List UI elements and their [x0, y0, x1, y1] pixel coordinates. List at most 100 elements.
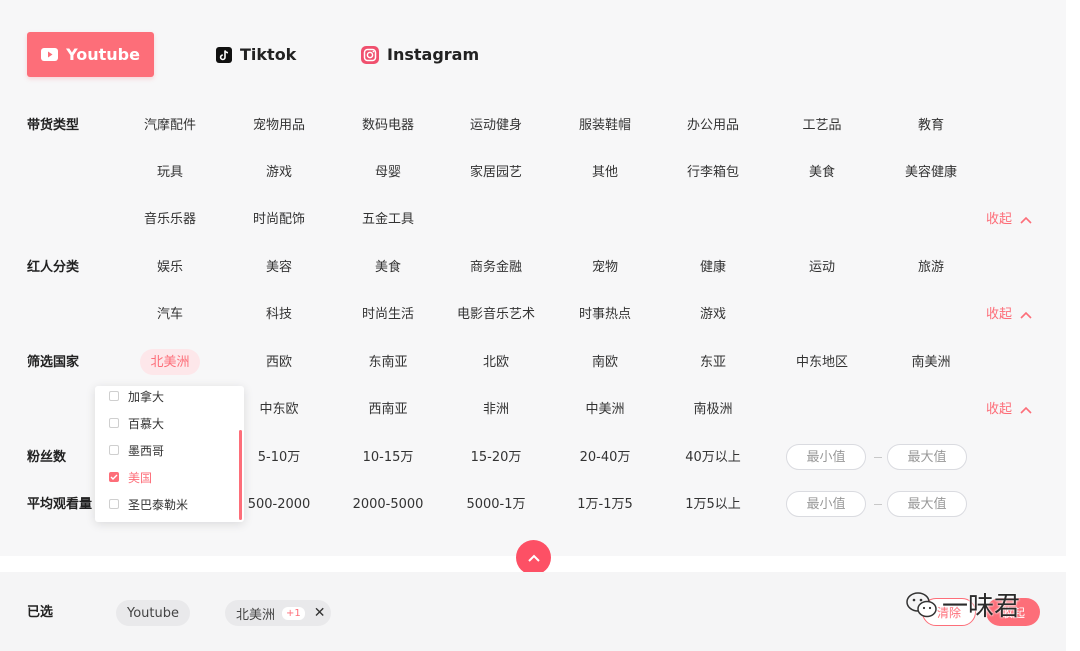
category-option[interactable]: 汽摩配件 — [120, 118, 220, 134]
country-option[interactable]: 中美洲 — [555, 402, 655, 418]
category-option[interactable]: 五金工具 — [338, 212, 438, 228]
chevron-up-icon — [1020, 311, 1032, 319]
influencer-type-option[interactable]: 美容 — [229, 260, 329, 276]
category-option[interactable]: 办公用品 — [663, 118, 763, 134]
collapse-panel-button[interactable] — [516, 540, 551, 575]
selected-chip-north-america[interactable]: 北美洲 +1 ✕ — [225, 600, 331, 626]
followers-option[interactable]: 5-10万 — [229, 450, 329, 466]
category-option[interactable]: 数码电器 — [338, 118, 438, 134]
category-option[interactable]: 其他 — [555, 165, 655, 181]
country-dropdown-item[interactable]: 圣巴泰勒米 — [109, 497, 188, 512]
checkbox[interactable] — [109, 445, 119, 455]
category-option[interactable]: 家居园艺 — [446, 165, 546, 181]
country-dropdown-item[interactable]: 百慕大 — [109, 416, 165, 431]
close-icon[interactable]: ✕ — [314, 605, 326, 621]
category-label: 带货类型 — [27, 118, 80, 133]
category-option[interactable]: 美食 — [772, 165, 872, 181]
category-option[interactable]: 教育 — [881, 118, 981, 134]
followers-option[interactable]: 20-40万 — [555, 450, 655, 466]
country-option[interactable]: 南欧 — [555, 355, 655, 371]
category-option[interactable]: 服装鞋帽 — [555, 118, 655, 134]
category-option[interactable]: 游戏 — [229, 165, 329, 181]
influencer-type-collapse-label: 收起 — [986, 307, 1013, 322]
avg-views-option[interactable]: 1万5以上 — [663, 497, 763, 513]
category-option[interactable]: 音乐乐器 — [120, 212, 220, 228]
influencer-type-option[interactable]: 健康 — [663, 260, 763, 276]
country-collapse-button[interactable]: 收起 — [986, 402, 1032, 418]
influencer-type-option[interactable]: 时事热点 — [555, 307, 655, 323]
influencer-type-option[interactable]: 商务金融 — [446, 260, 546, 276]
chevron-up-icon — [527, 554, 540, 562]
tiktok-icon — [216, 46, 232, 63]
checkbox[interactable] — [109, 499, 119, 509]
tab-tiktok[interactable]: Tiktok — [216, 32, 296, 77]
chevron-up-icon — [1020, 406, 1032, 414]
influencer-type-option[interactable]: 美食 — [338, 260, 438, 276]
country-option[interactable]: 西南亚 — [338, 402, 438, 418]
country-option[interactable]: 南极洲 — [663, 402, 763, 418]
avg-views-option[interactable]: 2000-5000 — [338, 497, 438, 513]
wechat-icon — [906, 591, 937, 617]
country-dropdown-label: 百慕大 — [128, 416, 165, 431]
country-dropdown-label: 墨西哥 — [128, 443, 165, 458]
influencer-type-option[interactable]: 宠物 — [555, 260, 655, 276]
followers-option[interactable]: 10-15万 — [338, 450, 438, 466]
country-dropdown-item[interactable]: 墨西哥 — [109, 443, 165, 458]
checkbox[interactable] — [109, 418, 119, 428]
followers-option[interactable]: 15-20万 — [446, 450, 546, 466]
tab-tiktok-label: Tiktok — [240, 45, 297, 64]
category-option[interactable]: 宠物用品 — [229, 118, 329, 134]
country-label: 筛选国家 — [27, 355, 80, 370]
influencer-type-label: 红人分类 — [27, 260, 80, 275]
selected-chip-youtube[interactable]: Youtube — [116, 600, 190, 626]
checkbox[interactable] — [109, 391, 119, 401]
chevron-up-icon — [1020, 216, 1032, 224]
followers-min-input[interactable]: 最小值 — [786, 444, 866, 470]
country-dropdown-item-checked[interactable]: 美国 — [109, 470, 152, 485]
avg-views-range-dash — [874, 504, 882, 505]
influencer-type-option[interactable]: 游戏 — [663, 307, 763, 323]
influencer-type-option[interactable]: 运动 — [772, 260, 872, 276]
category-option[interactable]: 工艺品 — [772, 118, 872, 134]
tab-youtube[interactable]: Youtube — [27, 32, 154, 77]
country-option[interactable]: 中东地区 — [772, 355, 872, 371]
avg-views-option[interactable]: 500-2000 — [229, 497, 329, 513]
country-option[interactable]: 中东欧 — [229, 402, 329, 418]
influencer-type-option[interactable]: 科技 — [229, 307, 329, 323]
avg-views-option[interactable]: 1万-1万5 — [555, 497, 655, 513]
category-option[interactable]: 运动健身 — [446, 118, 546, 134]
influencer-type-option[interactable]: 电影音乐艺术 — [446, 307, 546, 323]
tab-instagram[interactable]: Instagram — [361, 32, 479, 77]
country-option[interactable]: 非洲 — [446, 402, 546, 418]
country-option[interactable]: 北欧 — [446, 355, 546, 371]
check-icon — [110, 474, 118, 480]
influencer-type-option[interactable]: 汽车 — [120, 307, 220, 323]
category-option[interactable]: 玩具 — [120, 165, 220, 181]
country-option-selected[interactable]: 北美洲 — [120, 355, 220, 371]
followers-option[interactable]: 40万以上 — [663, 450, 763, 466]
country-option[interactable]: 东南亚 — [338, 355, 438, 371]
followers-max-input[interactable]: 最大值 — [887, 444, 967, 470]
influencer-type-option[interactable]: 娱乐 — [120, 260, 220, 276]
country-dropdown-item[interactable]: 加拿大 — [109, 389, 164, 404]
influencer-type-option[interactable]: 时尚生活 — [338, 307, 438, 323]
country-option[interactable]: 东亚 — [663, 355, 763, 371]
dropdown-scrollbar[interactable] — [239, 430, 242, 520]
country-option[interactable]: 西欧 — [229, 355, 329, 371]
tab-youtube-label: Youtube — [66, 45, 140, 64]
category-option[interactable]: 行李箱包 — [663, 165, 763, 181]
category-option[interactable]: 时尚配饰 — [229, 212, 329, 228]
country-collapse-label: 收起 — [986, 402, 1013, 417]
selected-chip-label: 北美洲 — [236, 607, 276, 623]
avg-views-min-input[interactable]: 最小值 — [786, 491, 866, 517]
category-option[interactable]: 母婴 — [338, 165, 438, 181]
category-option[interactable]: 美容健康 — [881, 165, 981, 181]
category-collapse-button[interactable]: 收起 — [986, 212, 1032, 228]
country-option[interactable]: 南美洲 — [881, 355, 981, 371]
avg-views-max-input[interactable]: 最大值 — [887, 491, 967, 517]
avg-views-option[interactable]: 5000-1万 — [446, 497, 546, 513]
influencer-type-option[interactable]: 旅游 — [881, 260, 981, 276]
influencer-type-collapse-button[interactable]: 收起 — [986, 307, 1032, 323]
selected-label: 已选 — [27, 605, 54, 620]
checkbox-checked[interactable] — [109, 472, 119, 482]
